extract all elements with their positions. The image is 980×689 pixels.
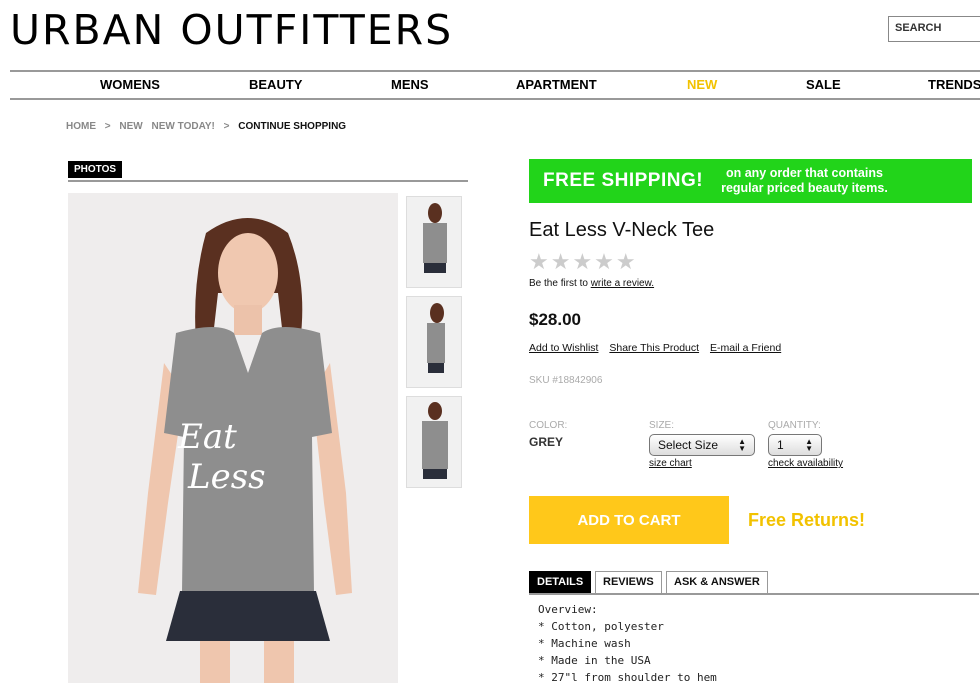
free-shipping-subtitle: on any order that contains regular price…	[721, 166, 888, 195]
thumbnail-back[interactable]	[406, 396, 462, 488]
details-bullet: * 27"l from shoulder to hem	[538, 671, 717, 684]
details-bullet: * Made in the USA	[538, 654, 651, 667]
details-bullet: * Machine wash	[538, 637, 631, 650]
review-prompt: Be the first to write a review.	[529, 278, 655, 289]
main-nav: WOMENS BEAUTY MENS APARTMENT NEW SALE TR…	[10, 70, 980, 100]
breadcrumb-continue-shopping[interactable]: CONTINUE SHOPPING	[238, 121, 346, 132]
breadcrumb: HOME > NEW NEW TODAY! > CONTINUE SHOPPIN…	[66, 121, 352, 132]
nav-item-beauty[interactable]: BEAUTY	[249, 77, 302, 92]
model-photo-illustration: Eat Less	[68, 193, 398, 683]
breadcrumb-separator: >	[223, 121, 230, 132]
breadcrumb-home[interactable]: HOME	[66, 121, 96, 132]
search-input[interactable]: SEARCH	[888, 16, 980, 42]
photos-tab[interactable]: PHOTOS	[68, 161, 123, 178]
email-friend-link[interactable]: E-mail a Friend	[710, 342, 781, 354]
select-arrows-icon: ▲ ▼	[805, 437, 813, 453]
color-value: GREY	[529, 435, 564, 449]
shirt-print-text: Eat	[177, 417, 237, 457]
size-label: SIZE:	[649, 420, 675, 431]
size-select[interactable]: Select Size ▲ ▼	[649, 434, 755, 456]
breadcrumb-new[interactable]: NEW	[119, 121, 142, 132]
nav-item-new[interactable]: NEW	[687, 77, 717, 92]
rating-stars: ★★★★★	[529, 249, 638, 274]
breadcrumb-separator: >	[104, 121, 111, 132]
thumbnail-side[interactable]	[406, 296, 462, 388]
nav-item-apartment[interactable]: APARTMENT	[516, 77, 597, 92]
nav-item-mens[interactable]: MENS	[391, 77, 429, 92]
tab-details[interactable]: DETAILS	[529, 571, 592, 593]
photos-divider	[68, 180, 468, 182]
free-returns-text: Free Returns!	[748, 510, 866, 530]
product-tabs: DETAILS REVIEWS ASK & ANSWER	[529, 571, 979, 595]
add-to-wishlist-link[interactable]: Add to Wishlist	[529, 342, 598, 354]
main-product-photo[interactable]: Eat Less	[68, 193, 398, 683]
tab-reviews[interactable]: REVIEWS	[595, 571, 662, 593]
nav-item-trends[interactable]: TRENDS	[928, 77, 980, 92]
write-review-link[interactable]: write a review.	[591, 278, 654, 289]
product-details: Overview: * Cotton, polyester * Machine …	[538, 601, 717, 686]
svg-text:Less: Less	[187, 457, 266, 497]
size-chart-link[interactable]: size chart	[649, 458, 692, 469]
thumbnail-front[interactable]	[406, 196, 462, 288]
free-shipping-banner: FREE SHIPPING! on any order that contain…	[529, 159, 972, 203]
select-arrows-icon: ▲ ▼	[738, 437, 746, 453]
product-sku: SKU #18842906	[529, 375, 603, 386]
check-availability-link[interactable]: check availability	[768, 458, 843, 469]
add-to-cart-button[interactable]: ADD TO CART	[529, 496, 729, 544]
share-product-link[interactable]: Share This Product	[609, 342, 699, 354]
quantity-select[interactable]: 1 ▲ ▼	[768, 434, 822, 456]
product-title: Eat Less V-Neck Tee	[529, 219, 715, 241]
color-label: COLOR:	[529, 420, 568, 431]
site-logo[interactable]: URBAN OUTFITTERS	[10, 6, 453, 54]
product-price: $28.00	[529, 310, 581, 329]
nav-item-sale[interactable]: SALE	[806, 77, 841, 92]
details-bullet: * Cotton, polyester	[538, 620, 664, 633]
tab-ask-answer[interactable]: ASK & ANSWER	[666, 571, 768, 593]
breadcrumb-new-today[interactable]: NEW TODAY!	[152, 121, 215, 132]
details-heading: Overview:	[538, 603, 598, 616]
product-links: Add to Wishlist Share This Product E-mai…	[529, 342, 789, 354]
nav-item-womens[interactable]: WOMENS	[100, 77, 160, 92]
free-shipping-title: FREE SHIPPING!	[543, 170, 704, 191]
quantity-label: QUANTITY:	[768, 420, 821, 431]
